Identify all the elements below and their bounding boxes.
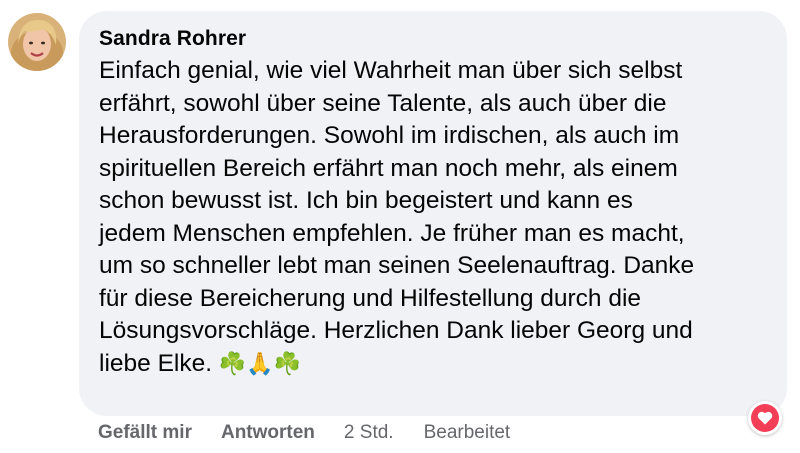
timestamp-link[interactable]: 2 Std. (344, 422, 394, 444)
like-button[interactable]: Gefällt mir (98, 422, 192, 444)
comment-line: Herausforderungen. Sowohl im irdischen, … (99, 122, 680, 149)
shamrock-emoji: ☘️ (218, 350, 247, 376)
comment-line: spirituellen Bereich erfährt man noch me… (99, 154, 678, 182)
reply-button[interactable]: Antworten (221, 422, 315, 444)
comment-line: für diese Bereicherung und Hilfestellung… (99, 284, 642, 312)
comment-line: jedem Menschen empfehlen. Je früher man … (99, 219, 685, 247)
edited-label[interactable]: Bearbeitet (424, 422, 511, 444)
comment-author[interactable]: Sandra Rohrer (99, 27, 246, 51)
heart-icon (751, 404, 779, 432)
comment-line: um so schneller lebt man seinen Seelenau… (99, 252, 695, 279)
comment-line: erfährt, sowohl über seine Talente, als … (99, 89, 667, 117)
shamrock-emoji: ☘️ (273, 350, 302, 376)
comment-line-text: liebe Elke. (99, 349, 213, 377)
folded-hands-emoji: 🙏 (246, 350, 274, 376)
profile-photo (8, 13, 66, 71)
reaction-badge[interactable] (748, 401, 782, 435)
comment-actions: Gefällt mir Antworten 2 Std. Bearbeitet (98, 422, 510, 444)
comment-line: Einfach genial, wie viel Wahrheit man üb… (99, 57, 683, 84)
comment-text: Einfach genial, wie viel Wahrheit man üb… (99, 55, 779, 380)
comment-line-last: liebe Elke. ☘️🙏☘️ (99, 348, 779, 381)
comment-bubble: Sandra Rohrer Einfach genial, wie viel W… (79, 11, 787, 416)
avatar[interactable] (8, 13, 66, 71)
comment-line: Lösungsvorschläge. Herzlichen Dank liebe… (99, 317, 693, 344)
comment-line: schon bewusst ist. Ich bin begeistert un… (99, 187, 633, 214)
